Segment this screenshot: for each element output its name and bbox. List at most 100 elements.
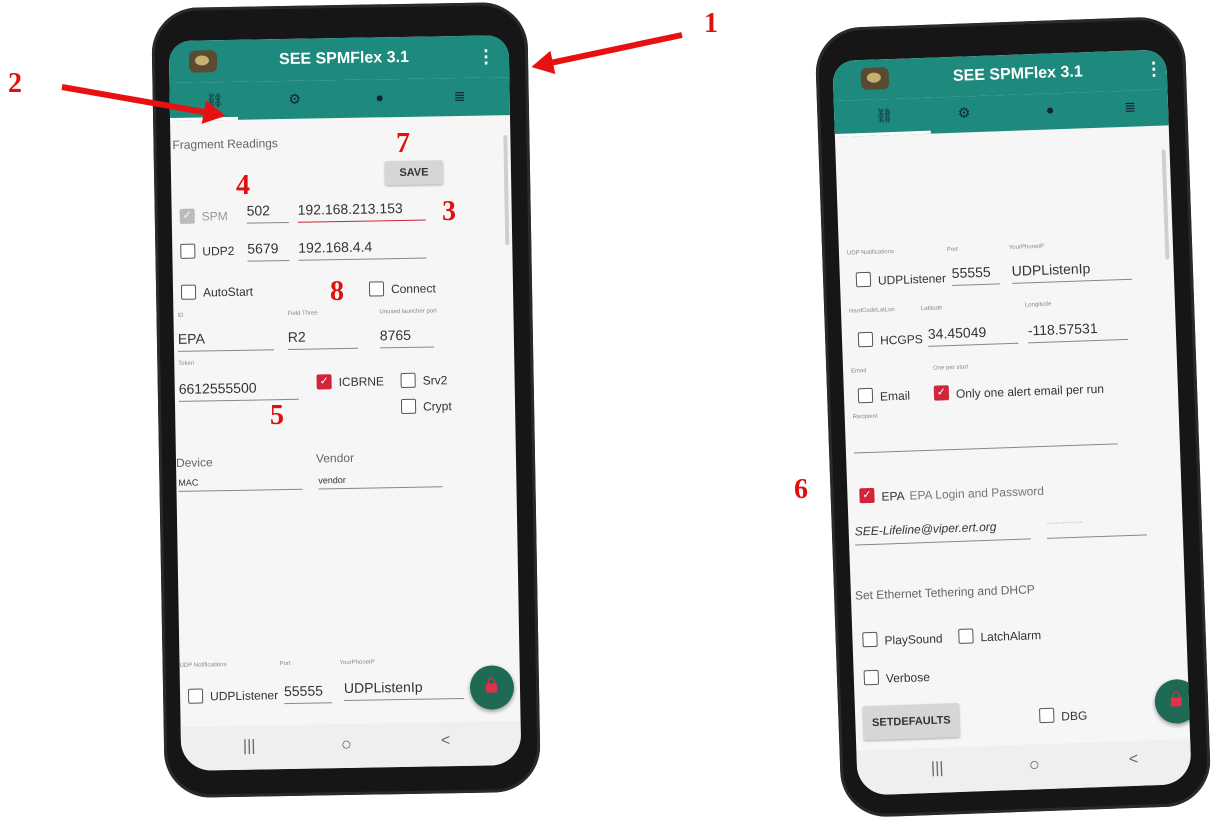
back-icon[interactable]: < bbox=[1129, 751, 1139, 769]
port-hint: Port bbox=[279, 660, 291, 668]
annotation-6: 6 bbox=[794, 474, 808, 505]
recents-icon[interactable]: ||| bbox=[243, 738, 256, 756]
autostart-label: AutoStart bbox=[202, 284, 254, 300]
port-hint: Port bbox=[946, 246, 959, 254]
dbg-checkbox[interactable] bbox=[1038, 707, 1055, 724]
longitude-input[interactable]: -118.57531 bbox=[1027, 318, 1129, 344]
verbose-label: Verbose bbox=[885, 670, 931, 686]
dbg-label: DBG bbox=[1061, 708, 1088, 724]
udp2-label: UDP2 bbox=[202, 243, 235, 259]
email-label: Email bbox=[879, 388, 911, 404]
home-icon[interactable]: ○ bbox=[1029, 754, 1041, 775]
udplistener-port-input[interactable]: 55555 bbox=[283, 682, 333, 705]
app-title: SEE SPMFlex 3.1 bbox=[278, 48, 410, 69]
email-checkbox[interactable] bbox=[857, 387, 874, 404]
udplistener-checkbox[interactable] bbox=[855, 271, 872, 288]
playsound-label: PlaySound bbox=[884, 631, 943, 648]
tab-info-icon[interactable]: ● bbox=[1020, 100, 1081, 118]
spm-label: SPM bbox=[201, 209, 228, 224]
your-phone-ip-hint: YourPhoneIP bbox=[1008, 243, 1045, 251]
scrollbar[interactable] bbox=[1161, 149, 1170, 260]
epa-password-input[interactable]: ············ bbox=[1046, 514, 1148, 539]
spm-port-input[interactable]: 502 bbox=[246, 201, 289, 224]
icbrne-label: ICBRNE bbox=[338, 374, 385, 390]
connect-label: Connect bbox=[390, 281, 436, 297]
epa-email-input[interactable]: SEE-Lifeline@viper.ert.org bbox=[854, 518, 1032, 546]
udp2-ip-input[interactable]: 192.168.4.4 bbox=[298, 237, 427, 261]
epa-checkbox[interactable]: ✓ bbox=[859, 487, 875, 504]
connect-checkbox[interactable] bbox=[368, 281, 385, 297]
field-three-hint: Field Three bbox=[287, 310, 318, 317]
epa-label: EPA bbox=[881, 488, 905, 504]
udp-notifications-hint: UDP Notifications bbox=[179, 662, 227, 669]
lock-fab[interactable] bbox=[1154, 678, 1192, 725]
spm-ip-input[interactable]: 192.168.213.153 bbox=[297, 199, 426, 223]
setdefaults-button[interactable]: SETDEFAULTS bbox=[862, 703, 960, 741]
udplisten-ip-input[interactable]: UDPListenIp bbox=[1011, 258, 1133, 284]
tab-info-icon[interactable]: ● bbox=[350, 89, 410, 106]
tab-list-icon[interactable]: ≣ bbox=[430, 87, 490, 105]
right-screen: SEE SPMFlex 3.1 ⋮ ⛓ ⚙ ● ≣ UDP Notificati… bbox=[832, 49, 1192, 796]
id-hint: ID bbox=[177, 312, 184, 319]
field-three-input[interactable]: R2 bbox=[287, 327, 359, 350]
vendor-input[interactable]: vendor bbox=[318, 473, 443, 490]
vendor-hint: Vendor bbox=[315, 450, 355, 466]
home-icon[interactable]: ○ bbox=[341, 734, 352, 755]
unused-port-hint: Unused launcher port bbox=[379, 308, 437, 316]
lock-fab[interactable] bbox=[469, 665, 515, 710]
overflow-menu-icon[interactable]: ⋮ bbox=[477, 46, 495, 66]
playsound-checkbox[interactable] bbox=[862, 631, 878, 648]
annotation-8: 8 bbox=[330, 276, 344, 307]
overflow-menu-icon[interactable]: ⋮ bbox=[1144, 59, 1163, 80]
udplistener-port-input[interactable]: 55555 bbox=[951, 263, 1001, 287]
annotation-3: 3 bbox=[442, 196, 456, 227]
annotation-7: 7 bbox=[396, 128, 410, 159]
longitude-hint: Longitude bbox=[1024, 301, 1052, 309]
app-logo bbox=[188, 50, 218, 73]
recipient-hint: Recipient bbox=[852, 413, 878, 421]
scrollbar[interactable] bbox=[503, 135, 510, 246]
udp2-checkbox[interactable] bbox=[180, 243, 196, 259]
icbrne-checkbox[interactable]: ✓ bbox=[316, 374, 332, 390]
spm-checkbox[interactable]: ✓ bbox=[179, 208, 195, 224]
udp-notifications-hint: UDP Notifications bbox=[846, 249, 895, 257]
id-input[interactable]: EPA bbox=[177, 329, 275, 352]
hcgps-label: HCGPS bbox=[879, 332, 923, 348]
your-phone-ip-hint: YourPhoneIP bbox=[339, 659, 375, 667]
udplistener-checkbox[interactable] bbox=[187, 688, 204, 704]
udplistener-label: UDPListener bbox=[209, 688, 279, 704]
srv2-label: Srv2 bbox=[422, 373, 448, 388]
latitude-input[interactable]: 34.45049 bbox=[927, 322, 1019, 347]
srv2-checkbox[interactable] bbox=[400, 372, 416, 389]
one-alert-label: Only one alert email per run bbox=[955, 381, 1105, 401]
lock-icon bbox=[1170, 697, 1183, 707]
save-button[interactable]: SAVE bbox=[384, 160, 444, 186]
recipient-input[interactable] bbox=[853, 423, 1118, 454]
tab-link-icon[interactable]: ⛓ bbox=[854, 106, 915, 125]
verbose-checkbox[interactable] bbox=[863, 669, 880, 686]
latchalarm-checkbox[interactable] bbox=[958, 628, 974, 644]
unused-port-input[interactable]: 8765 bbox=[379, 326, 435, 349]
token-input[interactable]: 6612555500 bbox=[178, 378, 299, 402]
tab-gear-icon[interactable]: ⚙ bbox=[934, 103, 995, 122]
recents-icon[interactable]: ||| bbox=[931, 760, 944, 778]
hcgps-checkbox[interactable] bbox=[857, 331, 874, 348]
latchalarm-label: LatchAlarm bbox=[980, 628, 1042, 645]
epa-login-password-label: EPA Login and Password bbox=[909, 483, 1045, 503]
udplisten-ip-input[interactable]: UDPListenIp bbox=[343, 677, 465, 702]
active-tab-indicator bbox=[834, 130, 931, 138]
device-input[interactable]: MAC bbox=[178, 475, 303, 492]
crypt-checkbox[interactable] bbox=[400, 398, 417, 415]
autostart-checkbox[interactable] bbox=[180, 284, 197, 300]
annotation-1: 1 bbox=[704, 8, 718, 39]
udp2-port-input[interactable]: 5679 bbox=[247, 239, 290, 262]
ethernet-tethering-label: Set Ethernet Tethering and DHCP bbox=[854, 582, 1035, 603]
tab-list-icon[interactable]: ≣ bbox=[1100, 98, 1161, 117]
one-alert-checkbox[interactable]: ✓ bbox=[933, 385, 950, 401]
app-logo bbox=[860, 67, 890, 91]
app-bar: SEE SPMFlex 3.1 ⋮ bbox=[168, 35, 510, 84]
tab-gear-icon[interactable]: ⚙ bbox=[265, 90, 325, 108]
one-per-start-hint: One per start bbox=[932, 364, 969, 372]
back-icon[interactable]: < bbox=[441, 732, 451, 750]
left-screen: SEE SPMFlex 3.1 ⋮ ⛓ ⚙ ● ≣ Fragment Readi… bbox=[168, 35, 522, 771]
